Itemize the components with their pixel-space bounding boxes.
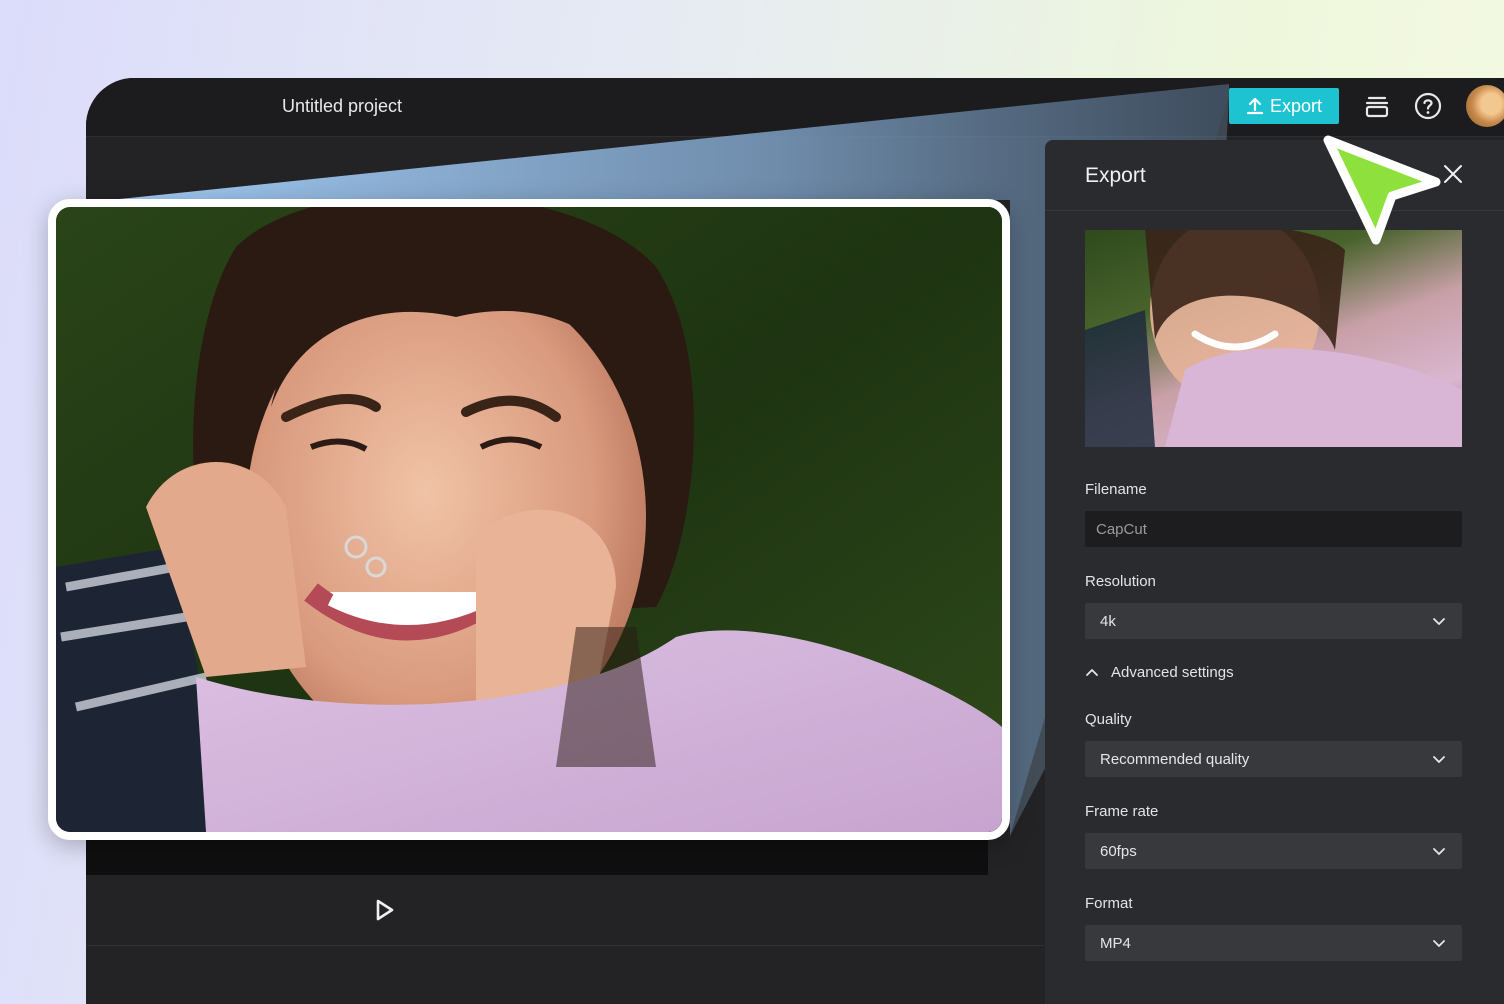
format-label: Format	[1085, 895, 1133, 912]
filename-label: Filename	[1085, 481, 1147, 498]
layers-icon[interactable]	[1364, 93, 1390, 119]
export-button-label: Export	[1269, 95, 1323, 116]
advanced-settings-label: Advanced settings	[1111, 664, 1234, 681]
format-value: MP4	[1100, 934, 1131, 952]
quality-value: Recommended quality	[1100, 750, 1250, 768]
export-panel: Export Filename CapCut Resolution 4k Adv…	[1045, 140, 1504, 1004]
quality-select[interactable]: Recommended quality	[1085, 741, 1462, 777]
pointer-cursor-icon	[1323, 135, 1441, 245]
frame-rate-select[interactable]: 60fps	[1085, 833, 1462, 869]
stage-preview-edge	[86, 837, 988, 875]
chevron-down-icon	[1433, 618, 1445, 625]
export-button[interactable]: Export	[1229, 88, 1339, 124]
advanced-settings-toggle[interactable]: Advanced settings	[1085, 664, 1234, 681]
upload-icon	[1246, 97, 1264, 115]
playback-bar	[86, 875, 1044, 946]
filename-placeholder: CapCut	[1096, 520, 1147, 538]
resolution-value: 4k	[1100, 612, 1116, 630]
top-bar: Untitled project Export	[86, 78, 1504, 137]
chevron-up-icon	[1086, 668, 1098, 676]
project-title[interactable]: Untitled project	[282, 96, 402, 117]
play-icon[interactable]	[374, 898, 396, 922]
export-panel-title: Export	[1085, 164, 1146, 187]
video-preview-card	[48, 199, 1010, 840]
chevron-down-icon	[1433, 756, 1445, 763]
resolution-select[interactable]: 4k	[1085, 603, 1462, 639]
help-circle-icon[interactable]	[1414, 92, 1442, 120]
chevron-down-icon	[1433, 940, 1445, 947]
frame-rate-label: Frame rate	[1085, 803, 1159, 820]
filename-input[interactable]: CapCut	[1085, 511, 1462, 547]
quality-label: Quality	[1085, 711, 1132, 728]
format-select[interactable]: MP4	[1085, 925, 1462, 961]
chevron-down-icon	[1433, 848, 1445, 855]
user-avatar[interactable]	[1466, 85, 1504, 127]
resolution-label: Resolution	[1085, 573, 1156, 590]
export-thumbnail	[1085, 230, 1462, 447]
frame-rate-value: 60fps	[1100, 842, 1137, 860]
